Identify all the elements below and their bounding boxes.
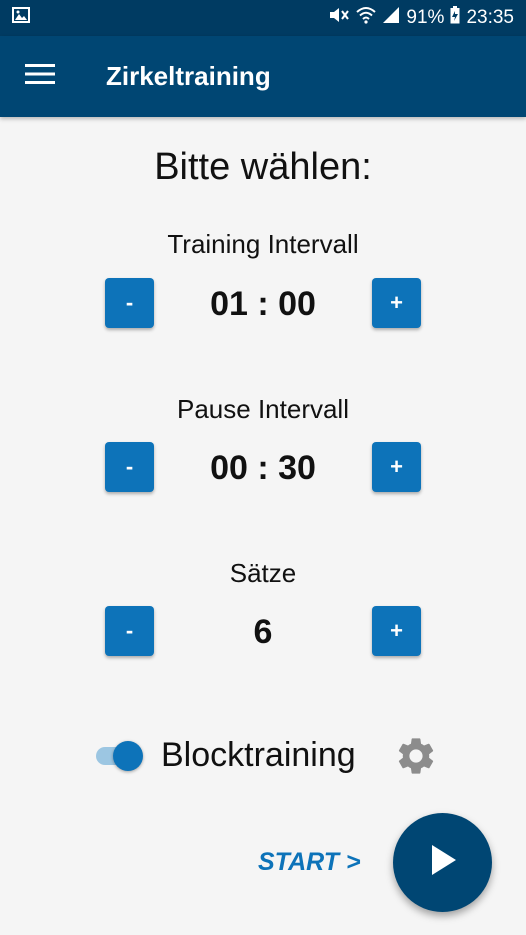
page-heading: Bitte wählen: xyxy=(154,146,372,188)
image-icon xyxy=(12,7,30,29)
pause-decrement-button[interactable]: - xyxy=(105,442,154,492)
training-decrement-button[interactable]: - xyxy=(105,278,154,328)
start-button[interactable] xyxy=(393,813,492,912)
training-interval-label: Training Intervall xyxy=(167,229,359,259)
pause-interval-label: Pause Intervall xyxy=(177,394,349,424)
sets-decrement-button[interactable]: - xyxy=(105,606,154,656)
pause-interval-value: 00 : 30 xyxy=(210,449,316,487)
pause-increment-button[interactable]: + xyxy=(372,442,421,492)
sets-increment-button[interactable]: + xyxy=(372,606,421,656)
gear-icon[interactable] xyxy=(394,734,438,778)
app-title: Zirkeltraining xyxy=(106,61,271,91)
start-label[interactable]: START > xyxy=(258,848,361,877)
hamburger-icon xyxy=(25,63,55,90)
sets-value: 6 xyxy=(253,613,273,651)
training-increment-button[interactable]: + xyxy=(372,278,421,328)
status-bar: 91% 23:35 xyxy=(0,0,526,36)
play-icon xyxy=(428,843,458,882)
blocktraining-toggle[interactable] xyxy=(113,741,143,771)
battery-percent: 91% xyxy=(406,7,445,28)
app-bar: Zirkeltraining xyxy=(0,36,526,117)
clock: 23:35 xyxy=(466,7,514,28)
sets-label: Sätze xyxy=(229,558,297,588)
mute-icon xyxy=(328,6,350,30)
menu-button[interactable] xyxy=(0,36,80,117)
training-interval-value: 01 : 00 xyxy=(210,285,316,323)
wifi-icon xyxy=(356,6,377,30)
blocktraining-label: Blocktraining xyxy=(161,736,356,774)
battery-icon xyxy=(450,6,460,30)
signal-icon xyxy=(382,6,400,30)
